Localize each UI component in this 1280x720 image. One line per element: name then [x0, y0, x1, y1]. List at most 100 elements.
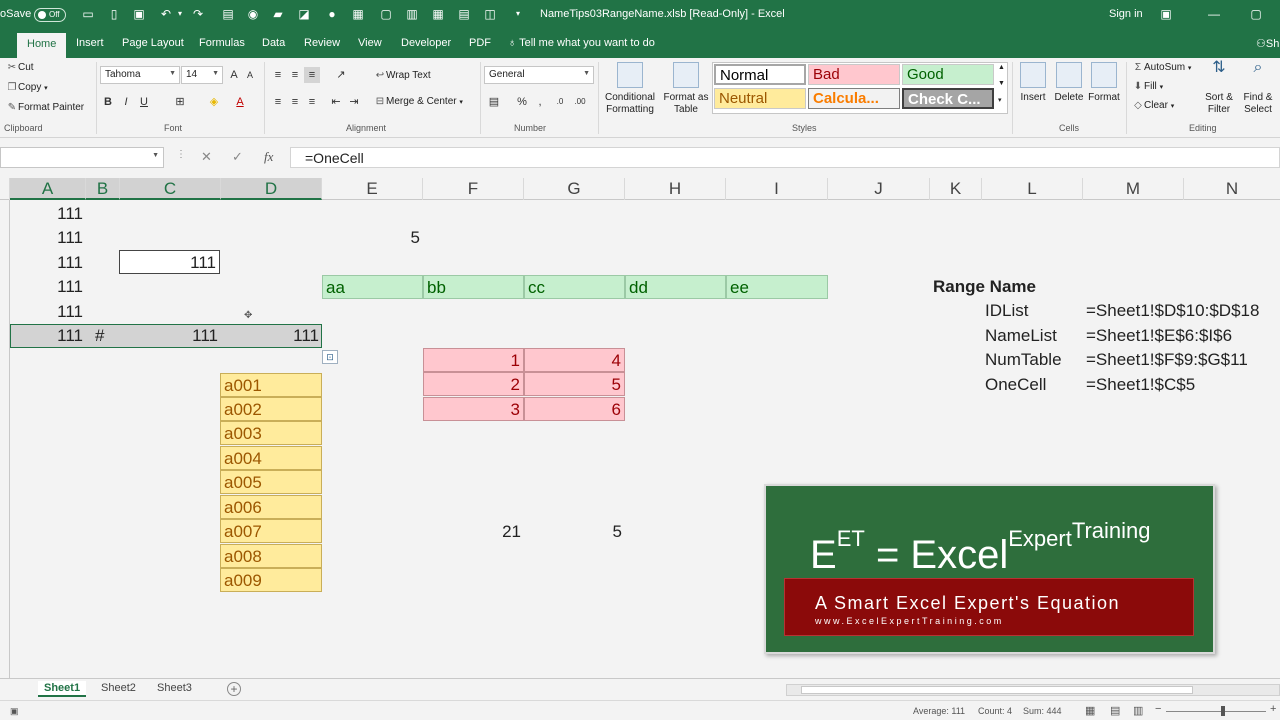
- wrap-text-button[interactable]: ↩ Wrap Text: [374, 70, 431, 81]
- gallery-scroll-down-icon[interactable]: ▼: [998, 80, 1005, 87]
- column-header-k[interactable]: K: [930, 178, 982, 200]
- increase-decimal-icon[interactable]: .0: [552, 94, 568, 110]
- align-top-icon[interactable]: ≡: [270, 67, 286, 83]
- customize-qat-icon[interactable]: ▾: [510, 6, 526, 22]
- italic-button[interactable]: I: [118, 94, 134, 110]
- cell-b6[interactable]: #: [92, 324, 120, 348]
- range-name-title[interactable]: Range Name: [930, 275, 1130, 299]
- numtable-cell[interactable]: 6: [524, 397, 625, 421]
- fill-button[interactable]: ⬇ Fill ▾: [1132, 81, 1163, 92]
- insert-function-icon[interactable]: fx: [264, 149, 273, 165]
- column-header-l[interactable]: L: [982, 178, 1083, 200]
- autosave-toggle[interactable]: Off: [34, 8, 66, 22]
- tab-formulas[interactable]: Formulas: [199, 37, 245, 49]
- cell-d6[interactable]: 111: [221, 324, 322, 348]
- style-neutral[interactable]: Neutral: [714, 88, 806, 109]
- cell-c6[interactable]: 111: [120, 324, 221, 348]
- font-color-icon[interactable]: A: [232, 94, 248, 110]
- column-header-j[interactable]: J: [828, 178, 930, 200]
- bold-button[interactable]: B: [100, 94, 116, 110]
- align-right-icon[interactable]: ≡: [304, 94, 320, 110]
- open-icon[interactable]: ▭: [80, 6, 96, 22]
- increase-indent-icon[interactable]: ⇥: [346, 94, 362, 110]
- table-icon[interactable]: ▦: [430, 6, 446, 22]
- tab-home[interactable]: Home: [17, 33, 67, 58]
- redo-icon[interactable]: ↷: [190, 6, 206, 22]
- share-button[interactable]: ⚇Sh: [1256, 37, 1279, 50]
- shapes-icon[interactable]: ◪: [296, 6, 312, 22]
- range-name-ref[interactable]: =Sheet1!$E$6:$I$6: [1083, 324, 1280, 348]
- cell-c3-onecell[interactable]: 111: [119, 250, 220, 274]
- percent-button[interactable]: %: [514, 94, 530, 110]
- copy-button[interactable]: ❐ Copy ▾: [6, 82, 48, 93]
- tab-data[interactable]: Data: [262, 37, 285, 49]
- range-name-label[interactable]: IDList: [982, 299, 1083, 323]
- numtable-cell[interactable]: 5: [524, 372, 625, 396]
- numtable-cell[interactable]: 3: [423, 397, 524, 421]
- name-box[interactable]: ▼: [0, 147, 164, 168]
- formula-input[interactable]: =OneCell: [290, 147, 1280, 168]
- align-left-icon[interactable]: ≡: [270, 94, 286, 110]
- namelist-cell[interactable]: dd: [625, 275, 726, 299]
- select-all-corner[interactable]: [0, 178, 10, 200]
- idlist-cell[interactable]: a007: [220, 519, 322, 543]
- range-name-label[interactable]: NameList: [982, 324, 1083, 348]
- tab-review[interactable]: Review: [304, 37, 340, 49]
- cell-a5[interactable]: 111: [10, 300, 86, 324]
- fill-color-icon[interactable]: ◈: [206, 94, 222, 110]
- comma-button[interactable]: ,: [532, 94, 548, 110]
- underline-button[interactable]: U: [136, 94, 152, 110]
- cell-e2[interactable]: 5: [322, 226, 423, 250]
- record-icon[interactable]: ●: [324, 6, 340, 22]
- tab-pdf[interactable]: PDF: [469, 37, 491, 49]
- scrollbar-thumb[interactable]: [801, 686, 1193, 694]
- normal-view-icon[interactable]: ▦: [1085, 704, 1095, 717]
- sheet-icon[interactable]: ▤: [456, 6, 472, 22]
- page-layout-view-icon[interactable]: ▤: [1110, 704, 1120, 717]
- tab-view[interactable]: View: [358, 37, 382, 49]
- align-center-icon[interactable]: ≡: [287, 94, 303, 110]
- style-calculation[interactable]: Calcula...: [808, 88, 900, 109]
- column-header-n[interactable]: N: [1184, 178, 1280, 200]
- chart-icon[interactable]: ▥: [404, 6, 420, 22]
- minimize-icon[interactable]: —: [1204, 6, 1224, 22]
- zoom-slider-knob[interactable]: [1221, 706, 1225, 716]
- tab-insert[interactable]: Insert: [76, 37, 104, 49]
- tab-developer[interactable]: Developer: [401, 37, 451, 49]
- orientation-icon[interactable]: ↗: [333, 67, 349, 83]
- add-sheet-button[interactable]: +: [227, 682, 241, 696]
- idlist-cell[interactable]: a006: [220, 495, 322, 519]
- page-break-view-icon[interactable]: ▥: [1133, 704, 1143, 717]
- delete-cells-button[interactable]: Delete: [1052, 62, 1086, 104]
- namelist-cell[interactable]: bb: [423, 275, 524, 299]
- gallery-more-icon[interactable]: ▾: [998, 96, 1002, 104]
- format-as-table-button[interactable]: Format as Table: [660, 62, 712, 116]
- shrink-font-icon[interactable]: A: [242, 67, 258, 83]
- range-name-ref[interactable]: =Sheet1!$C$5: [1083, 373, 1280, 397]
- idlist-cell[interactable]: a008: [220, 544, 322, 568]
- cell-a1[interactable]: 111: [10, 202, 86, 226]
- align-bottom-icon[interactable]: ≡: [304, 67, 320, 83]
- column-header-m[interactable]: M: [1083, 178, 1184, 200]
- zoom-slider[interactable]: [1166, 711, 1266, 712]
- cell-g14[interactable]: 5: [524, 520, 625, 544]
- comment-icon[interactable]: ▢: [378, 6, 394, 22]
- new-file-icon[interactable]: ▯: [106, 6, 122, 22]
- decrease-indent-icon[interactable]: ⇤: [328, 94, 344, 110]
- sheet-tab-sheet1[interactable]: Sheet1: [38, 681, 87, 697]
- cell-a3[interactable]: 111: [10, 251, 86, 275]
- worksheet-grid[interactable]: 111 111 111 111 111 111 5 111 # 111 111 …: [0, 200, 1280, 678]
- format-cells-button[interactable]: Format: [1086, 62, 1122, 104]
- grow-font-icon[interactable]: A: [226, 67, 242, 83]
- horizontal-scrollbar[interactable]: [786, 684, 1280, 696]
- cell-a6[interactable]: 111: [10, 324, 86, 348]
- find-select-button[interactable]: ⌕ Find & Select: [1238, 60, 1278, 116]
- idlist-cell[interactable]: a004: [220, 446, 322, 470]
- paint-icon[interactable]: ▰: [270, 6, 286, 22]
- idlist-cell[interactable]: a009: [220, 568, 322, 592]
- maximize-icon[interactable]: ▢: [1246, 6, 1266, 22]
- namelist-cell[interactable]: aa: [322, 275, 423, 299]
- cell-a4[interactable]: 111: [10, 275, 86, 299]
- column-header-a[interactable]: A: [10, 178, 86, 200]
- idlist-cell[interactable]: a002: [220, 397, 322, 421]
